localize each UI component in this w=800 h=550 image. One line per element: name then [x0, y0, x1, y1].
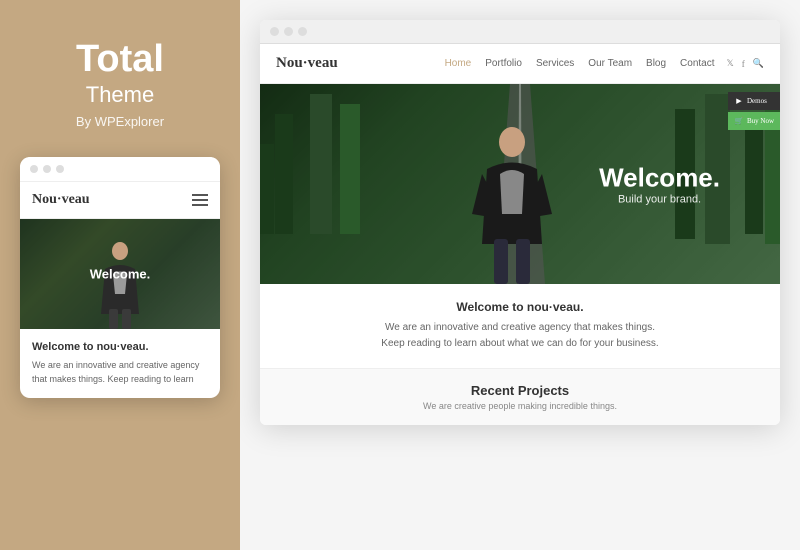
desktop-dot-1 — [270, 27, 279, 36]
mobile-dot-1 — [30, 165, 38, 173]
cart-icon: 🛒 — [734, 116, 744, 126]
mobile-brand: Nou·veau — [32, 192, 90, 208]
twitter-icon[interactable]: 𝕏 — [727, 58, 734, 69]
nav-link-home[interactable]: Home — [445, 58, 472, 69]
desktop-nav-icons: 𝕏 f 🔍 — [727, 58, 764, 69]
nav-link-services[interactable]: Services — [536, 58, 574, 69]
nav-link-blog[interactable]: Blog — [646, 58, 666, 69]
desktop-hero-subtitle: Build your brand. — [599, 194, 720, 206]
mobile-top-bar — [20, 157, 220, 182]
right-panel: Nou·veau Home Portfolio Services Our Tea… — [240, 0, 800, 550]
hamburger-icon — [192, 194, 208, 206]
desktop-top-bar — [260, 20, 780, 44]
desktop-content-section: Welcome to nou·veau. We are an innovativ… — [260, 284, 780, 369]
desktop-hero-buttons: ▶ Demos 🛒 Buy Now — [728, 92, 780, 130]
demos-label: Demos — [747, 97, 767, 105]
desktop-hero: Welcome. Build your brand. ▶ Demos 🛒 Buy… — [260, 84, 780, 284]
nav-link-contact[interactable]: Contact — [680, 58, 714, 69]
desktop-mockup: Nou·veau Home Portfolio Services Our Tea… — [260, 20, 780, 425]
demos-icon: ▶ — [734, 96, 744, 106]
desktop-dot-3 — [298, 27, 307, 36]
desktop-projects-section: Recent Projects We are creative people m… — [260, 369, 780, 425]
desktop-dot-2 — [284, 27, 293, 36]
desktop-content-title: Welcome to nou·veau. — [280, 300, 760, 314]
mobile-dot-3 — [56, 165, 64, 173]
nav-link-portfolio[interactable]: Portfolio — [485, 58, 522, 69]
mobile-welcome-title: Welcome to nou·veau. — [32, 341, 208, 353]
mobile-hero-text: Welcome. — [90, 267, 150, 282]
mobile-nav: Nou·veau — [20, 182, 220, 219]
desktop-hero-person — [472, 124, 552, 284]
desktop-nav-links: Home Portfolio Services Our Team Blog Co… — [445, 58, 715, 69]
theme-subtitle: Theme — [86, 82, 154, 108]
facebook-icon[interactable]: f — [742, 59, 745, 69]
desktop-brand: Nou·veau — [276, 55, 338, 72]
nav-link-ourteam[interactable]: Our Team — [588, 58, 632, 69]
desktop-nav: Nou·veau Home Portfolio Services Our Tea… — [260, 44, 780, 84]
desktop-hero-text: Welcome. Build your brand. — [599, 163, 720, 206]
buynow-label: Buy Now — [747, 117, 774, 125]
demos-button[interactable]: ▶ Demos — [728, 92, 780, 110]
desktop-projects-title: Recent Projects — [280, 383, 760, 398]
mobile-mockup: Nou·veau — [20, 157, 220, 398]
left-panel: Total Theme By WPExplorer Nou·veau — [0, 0, 240, 550]
mobile-content: Welcome to nou·veau. We are an innovativ… — [20, 329, 220, 398]
theme-title: Total — [76, 40, 164, 78]
desktop-hero-welcome: Welcome. — [599, 163, 720, 194]
desktop-content-line2: Keep reading to learn about what we can … — [280, 336, 760, 352]
mobile-hero: Welcome. — [20, 219, 220, 329]
mobile-dot-2 — [43, 165, 51, 173]
desktop-content-line1: We are an innovative and creative agency… — [280, 320, 760, 336]
search-icon[interactable]: 🔍 — [753, 58, 764, 69]
buynow-button[interactable]: 🛒 Buy Now — [728, 112, 780, 130]
mobile-hero-person — [95, 239, 145, 329]
theme-author: By WPExplorer — [76, 114, 164, 129]
desktop-projects-subtitle: We are creative people making incredible… — [280, 401, 760, 411]
mobile-welcome-text: We are an innovative and creative agency… — [32, 359, 208, 386]
